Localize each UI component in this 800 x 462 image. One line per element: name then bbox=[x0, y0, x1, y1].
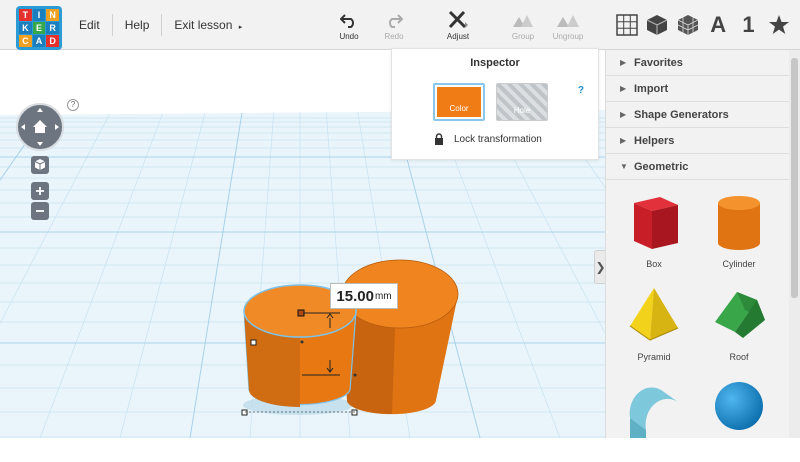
logo-letter: D bbox=[46, 35, 59, 47]
redo-button[interactable]: Redo bbox=[374, 10, 414, 41]
lock-transformation[interactable]: Lock transformation bbox=[434, 133, 542, 145]
shape-cylinder[interactable]: Cylinder bbox=[699, 187, 779, 275]
category-label: Helpers bbox=[634, 134, 675, 147]
shape-roof[interactable]: Roof bbox=[699, 280, 779, 368]
text-letter-icon[interactable]: A bbox=[704, 10, 732, 40]
category-shape-generators[interactable]: ▶ Shape Generators bbox=[606, 102, 790, 128]
hole-button[interactable]: Hole bbox=[496, 83, 548, 121]
shape-pyramid[interactable]: Pyramid bbox=[614, 280, 694, 368]
hole-label: Hole bbox=[513, 106, 531, 115]
zoom-in-button[interactable] bbox=[31, 182, 49, 200]
category-label: Shape Generators bbox=[634, 108, 729, 121]
shape-box[interactable]: Box bbox=[614, 187, 694, 275]
number-icon[interactable]: 1 bbox=[734, 10, 762, 40]
redo-icon bbox=[385, 10, 403, 30]
undo-icon bbox=[340, 10, 358, 30]
logo-letter: T bbox=[19, 9, 32, 21]
workplane-help-icon[interactable]: ? bbox=[67, 99, 79, 111]
plus-icon bbox=[36, 187, 44, 195]
shape-sphere[interactable] bbox=[699, 374, 779, 462]
adjust-label: Adjust bbox=[446, 32, 470, 41]
menu-exit-lesson-label: Exit lesson bbox=[174, 18, 233, 32]
menu-exit-lesson[interactable]: Exit lesson ▸ bbox=[161, 14, 254, 36]
inspector-help-icon[interactable]: ? bbox=[578, 85, 584, 96]
dimension-value: 15.00 bbox=[336, 287, 374, 305]
sphere-icon bbox=[715, 382, 763, 430]
undo-button[interactable]: Undo bbox=[329, 10, 369, 41]
cube-icon bbox=[34, 159, 46, 170]
pyramid-icon bbox=[629, 288, 679, 341]
logo-letter: N bbox=[46, 9, 59, 21]
shapes-sidebar: ▶ Favorites ▶ Import ▶ Shape Generators … bbox=[605, 50, 800, 438]
shape-label: Roof bbox=[729, 352, 749, 362]
category-import[interactable]: ▶ Import bbox=[606, 76, 790, 102]
scrollbar-thumb[interactable] bbox=[791, 58, 798, 298]
grid-view-icon[interactable] bbox=[613, 10, 641, 40]
adjust-icon bbox=[447, 10, 469, 30]
chevron-right-icon: ▶ bbox=[620, 136, 627, 145]
height-handle[interactable] bbox=[297, 309, 305, 317]
undo-label: Undo bbox=[339, 32, 359, 41]
shape-half-cylinder[interactable] bbox=[614, 374, 694, 462]
menu-help[interactable]: Help bbox=[111, 14, 162, 36]
color-label: Color bbox=[437, 87, 481, 117]
ungroup-button[interactable]: Ungroup bbox=[548, 10, 588, 41]
toolbar: T I N K E R C A D Edit Help Exit lesson … bbox=[0, 0, 800, 50]
main-menu: Edit Help Exit lesson ▸ bbox=[67, 0, 254, 50]
group-button[interactable]: Group bbox=[503, 10, 543, 41]
menu-edit[interactable]: Edit bbox=[67, 14, 112, 36]
shape-label: Cylinder bbox=[722, 259, 756, 269]
category-geometric[interactable]: ▼ Geometric bbox=[606, 154, 790, 180]
view-toolbar: A 1 bbox=[606, 0, 800, 50]
logo-letter: A bbox=[32, 35, 46, 47]
shape-label: Box bbox=[646, 259, 662, 269]
chevron-down-icon: ▼ bbox=[620, 162, 628, 171]
category-helpers[interactable]: ▶ Helpers bbox=[606, 128, 790, 154]
wireframe-cube-icon[interactable] bbox=[674, 10, 702, 40]
home-icon bbox=[33, 120, 47, 133]
view-cube-button[interactable] bbox=[31, 156, 49, 174]
tinkercad-logo[interactable]: T I N K E R C A D bbox=[16, 6, 62, 50]
ungroup-icon bbox=[556, 10, 580, 30]
chevron-right-icon: ▶ bbox=[620, 110, 627, 119]
caret-right-icon: ▸ bbox=[238, 24, 243, 31]
chevron-right-icon: ▶ bbox=[620, 84, 627, 93]
group-icon bbox=[511, 10, 535, 30]
category-label: Favorites bbox=[634, 56, 683, 69]
shape-label: Pyramid bbox=[637, 352, 671, 362]
category-favorites[interactable]: ▶ Favorites bbox=[606, 50, 790, 76]
lock-transformation-label: Lock transformation bbox=[454, 133, 542, 145]
resize-handle[interactable] bbox=[241, 409, 248, 416]
dimension-unit: mm bbox=[374, 290, 392, 302]
logo-letter: C bbox=[19, 35, 32, 47]
minus-icon bbox=[36, 210, 44, 212]
logo-letter: I bbox=[32, 9, 46, 21]
chevron-right-icon: ▶ bbox=[620, 58, 627, 67]
group-label: Group bbox=[511, 32, 535, 41]
view-nav-control[interactable] bbox=[16, 103, 64, 151]
sidebar-scrollbar[interactable] bbox=[789, 50, 800, 438]
logo-letter: R bbox=[46, 22, 59, 34]
category-label: Import bbox=[634, 82, 669, 95]
redo-label: Redo bbox=[384, 32, 404, 41]
category-label: Geometric bbox=[634, 160, 689, 173]
adjust-button[interactable]: Adjust bbox=[438, 10, 478, 41]
ungroup-label: Ungroup bbox=[552, 32, 584, 41]
logo-letter: E bbox=[32, 22, 46, 34]
resize-handle[interactable] bbox=[250, 339, 257, 346]
logo-letter: K bbox=[19, 22, 32, 34]
box-icon bbox=[634, 197, 678, 249]
dimension-value-input[interactable]: 15.00 mm bbox=[330, 283, 398, 309]
star-icon[interactable] bbox=[765, 10, 793, 40]
lock-icon bbox=[434, 133, 444, 145]
inspector-title: Inspector bbox=[470, 57, 520, 69]
roof-icon bbox=[715, 292, 765, 338]
resize-handle[interactable] bbox=[351, 409, 358, 416]
inspector-panel: Inspector ? Color Hole Lock transformati… bbox=[391, 48, 599, 160]
solid-cube-icon[interactable] bbox=[643, 10, 671, 40]
zoom-out-button[interactable] bbox=[31, 202, 49, 220]
half-cylinder-icon bbox=[629, 387, 678, 438]
color-swatch-button[interactable]: Color bbox=[433, 83, 485, 121]
cylinder-icon bbox=[718, 196, 760, 250]
